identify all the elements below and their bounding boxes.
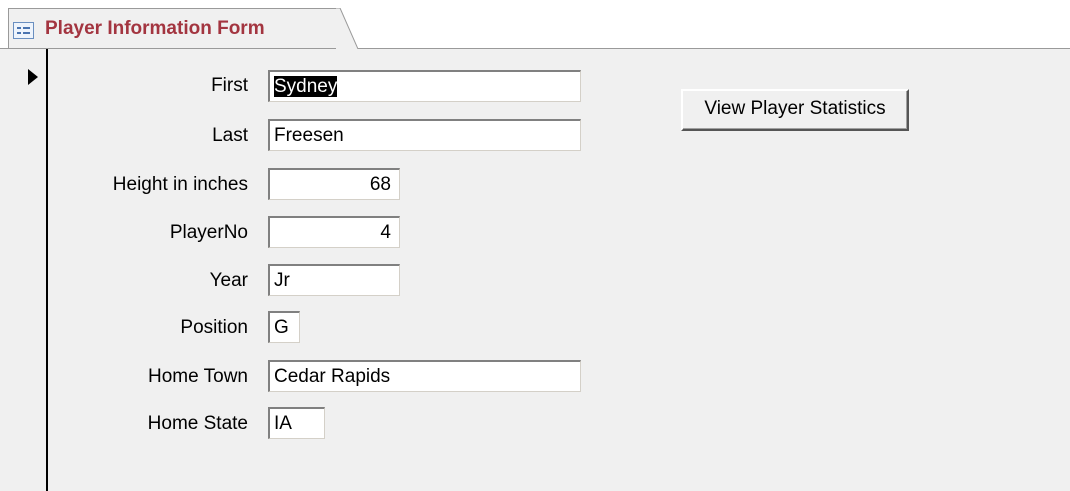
last-label: Last bbox=[212, 125, 248, 146]
home-state-field[interactable]: IA bbox=[268, 407, 325, 439]
home-town-label: Home Town bbox=[148, 366, 248, 387]
height-field[interactable]: 68 bbox=[268, 168, 400, 200]
height-label: Height in inches bbox=[112, 174, 248, 195]
year-field[interactable]: Jr bbox=[268, 264, 400, 296]
position-label: Position bbox=[180, 317, 248, 338]
tab-player-information-form[interactable]: Player Information Form bbox=[8, 8, 338, 48]
home-town-field[interactable]: Cedar Rapids bbox=[268, 360, 581, 392]
form-icon bbox=[13, 22, 34, 39]
player-no-label: PlayerNo bbox=[169, 222, 248, 243]
position-field[interactable]: G bbox=[268, 311, 300, 343]
first-value: Sydney bbox=[274, 76, 338, 97]
player-no-field[interactable]: 4 bbox=[268, 216, 400, 248]
tab-strip: Player Information Form bbox=[0, 0, 1070, 49]
record-selector[interactable] bbox=[8, 49, 48, 491]
current-record-arrow-icon bbox=[28, 69, 38, 85]
year-label: Year bbox=[209, 270, 248, 291]
tab-edge bbox=[336, 8, 358, 49]
last-field[interactable]: Freesen bbox=[268, 119, 581, 151]
first-label: First bbox=[211, 75, 248, 96]
home-state-label: Home State bbox=[147, 413, 248, 434]
view-player-statistics-button[interactable]: View Player Statistics bbox=[681, 89, 909, 131]
tab-title: Player Information Form bbox=[45, 18, 265, 39]
first-field[interactable]: Sydney bbox=[268, 70, 581, 102]
